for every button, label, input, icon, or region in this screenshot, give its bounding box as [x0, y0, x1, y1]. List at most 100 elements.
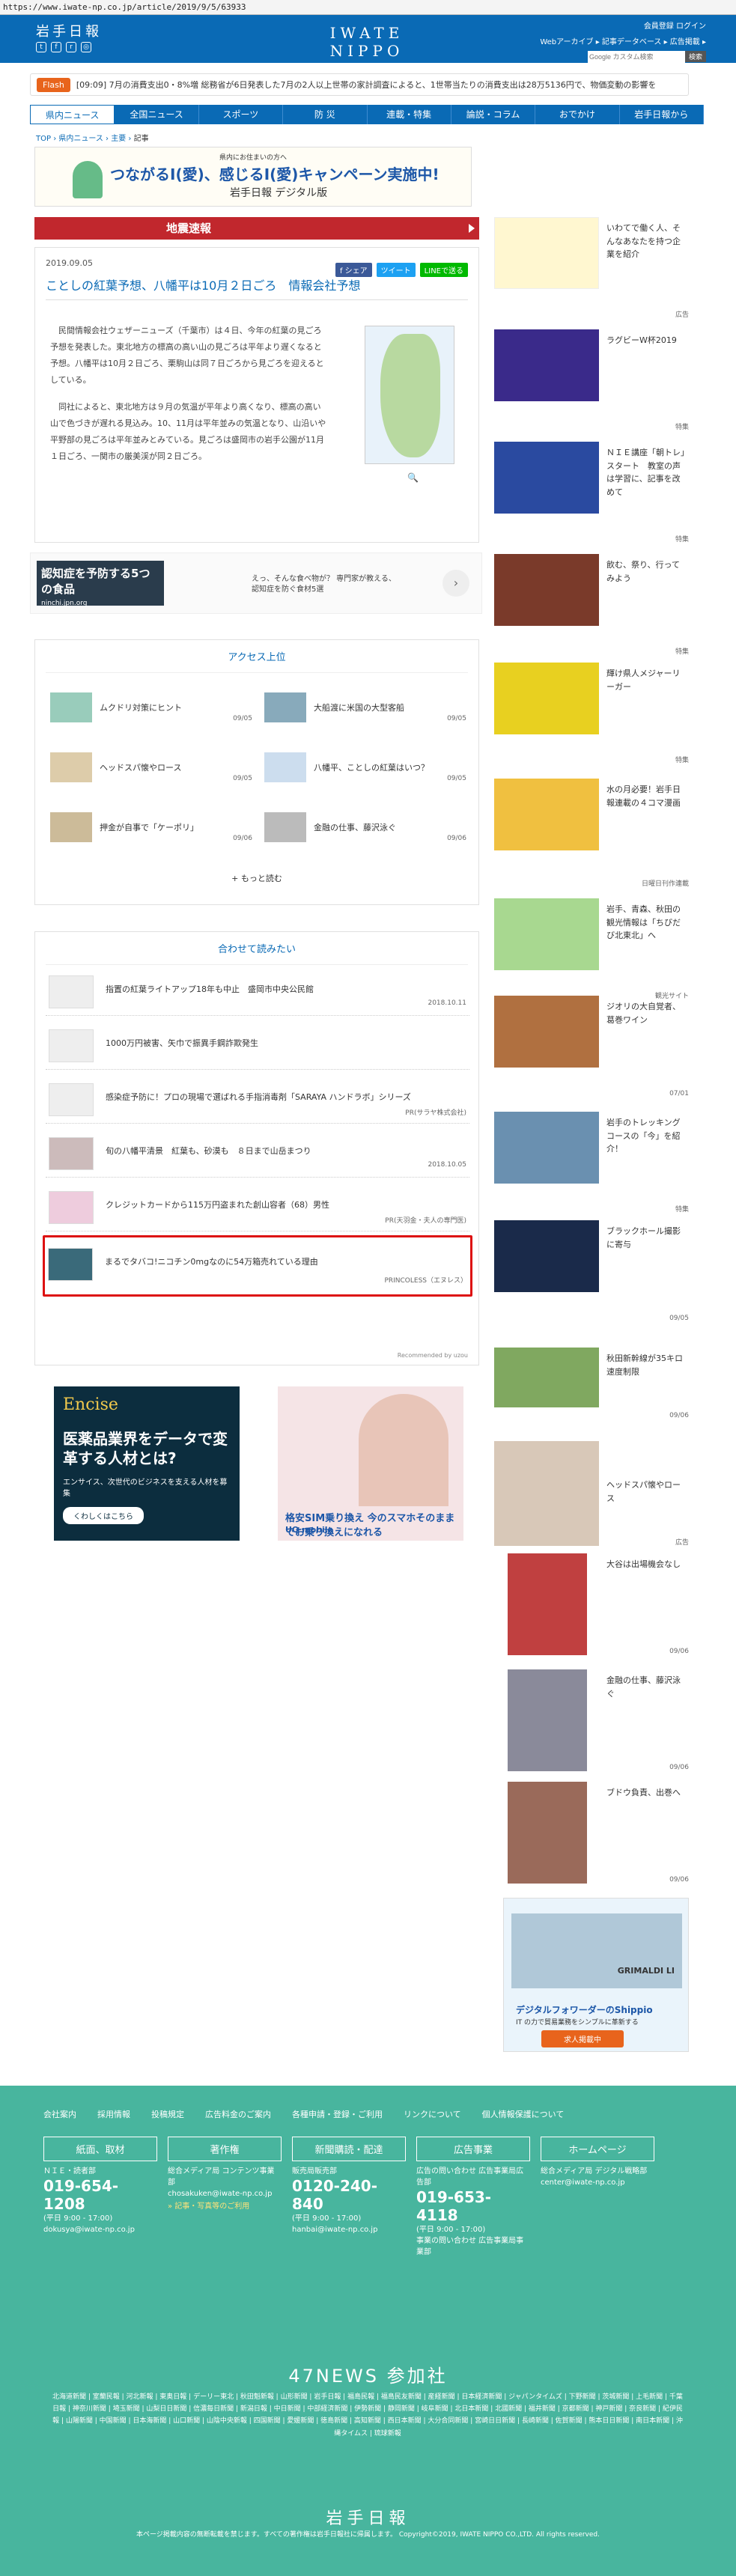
nav-item-local[interactable]: 県内ニュース	[30, 105, 115, 124]
flash-text[interactable]: [09:09] 7月の消費支出0・8%増 総務省が6日発表した7月の2人以上世帯…	[76, 79, 657, 91]
sidebar-item[interactable]: ラグビーW杯2019 特集	[494, 329, 689, 434]
ad-encise[interactable]: Encise 医薬品業界をデータで変革する人材とは? エンサイス、次世代のビジネ…	[54, 1386, 240, 1541]
col-email[interactable]: center@iwate-np.co.jp	[541, 2177, 654, 2188]
search-button[interactable]: 検索	[684, 51, 706, 62]
nav-item-series[interactable]: 連載・特集	[368, 105, 451, 124]
nav-item-disaster[interactable]: 防 災	[283, 105, 368, 124]
sidebar-item[interactable]: 金融の仕事、藤沢泳ぐ 09/06	[494, 1669, 689, 1774]
ad-text: エンサイス、次世代のビジネスを支える人材を募集	[63, 1479, 228, 1498]
footer-link[interactable]: 会社案内	[43, 2108, 76, 2120]
thumbnail	[49, 1137, 94, 1170]
item-title: 感染症予防に！プロの現場で選ばれる手指消毒剤「SARAYA ハンドラボ」シリーズ	[106, 1092, 411, 1102]
ad-uq-mobile[interactable]: 格安SIM乗り換え 今のスマホそのままでお乗り換えになれる UQ mobile	[278, 1386, 463, 1541]
list-item[interactable]: ヘッドスパ懐やロース 09/05	[50, 752, 252, 782]
item-tag: 特集	[675, 536, 689, 543]
line-share-button[interactable]: LINEで送る	[419, 263, 468, 277]
list-item[interactable]: 大船渡に米国の大型客船 09/05	[264, 692, 466, 722]
nav-item-from-nippo[interactable]: 岩手日報から	[620, 105, 704, 124]
campaign-banner[interactable]: 県内にお住まいの方へ つながるI(愛)、感じるI(愛)キャンペーン実施中! 岩手…	[34, 147, 472, 207]
nav-item-sports[interactable]: スポーツ	[199, 105, 284, 124]
phone-number[interactable]: 019-653-4118	[416, 2188, 530, 2224]
list-item[interactable]: 金融の仕事、藤沢泳ぐ 09/06	[264, 812, 466, 842]
ad-banner[interactable]: 認知症を予防する5つの食品 ninchi.jpn.org えっ、そんな食べ物が？…	[30, 552, 482, 614]
nav-item-column[interactable]: 論説・コラム	[451, 105, 536, 124]
list-item[interactable]: ムクドリ対策にヒント 09/05	[50, 692, 252, 722]
list-item[interactable]: 感染症予防に！プロの現場で選ばれる手指消毒剤「SARAYA ハンドラボ」シリーズ…	[46, 1077, 469, 1124]
article-image[interactable]	[365, 326, 454, 464]
footer-link[interactable]: 広告料金のご案内	[205, 2108, 271, 2120]
footer-link[interactable]: リンクについて	[404, 2108, 461, 2120]
ad-shippio[interactable]: GRIMALDI LI デジタルフォワーダーのShippio IT の力で貿易業…	[503, 1898, 689, 2052]
facebook-icon[interactable]: f	[51, 42, 61, 52]
footer-logo[interactable]: 岩手日報	[0, 2505, 736, 2529]
article: 2019.09.05 f シェア ツイート LINEで送る ことしの紅葉予想、八…	[34, 247, 479, 543]
item-title: 金融の仕事、藤沢泳ぐ	[606, 1675, 681, 1699]
list-item[interactable]: 1000万円被害、矢巾で振異手鋼詐欺発生	[46, 1023, 469, 1070]
col-email[interactable]: dokusya@iwate-np.co.jp	[43, 2224, 157, 2235]
sidebar-item[interactable]: 岩手、青森、秋田の観光情報は「ちびだび北東北」へ 観光サイト	[494, 898, 689, 1003]
instagram-icon[interactable]: ◎	[81, 42, 91, 52]
news47-heading: 47NEWS 参加社	[288, 2366, 448, 2387]
sidebar-item[interactable]: 秋田新幹線が35キロ速度制限 09/06	[494, 1348, 689, 1422]
list-item[interactable]: クレジットカードから115万円盗まれた創山容者（68）男性 PR(天羽金・夫人の専…	[46, 1185, 469, 1231]
sidebar-item[interactable]: ヘッドスパ懐やロース 広告	[494, 1441, 689, 1550]
sidebar-item[interactable]: ＮＩＥ講座「朝トレ」スタート 教室の声は学習に、記事を改めて特集	[494, 442, 689, 546]
sidebar-item[interactable]: いわてで働く人、そんなあなたを持つ企業を紹介 広告	[494, 217, 689, 322]
sidebar-item[interactable]: 岩手のトレッキングコースの「今」を紹介！ 特集	[494, 1112, 689, 1217]
item-title: ＮＩＥ講座「朝トレ」スタート 教室の声は学習に、記事を改めて	[606, 448, 685, 497]
sidebar-item[interactable]: ブドウ負責、出巻へ 09/06	[494, 1782, 689, 1887]
col-email[interactable]: chosakuken@iwate-np.co.jp	[168, 2188, 282, 2199]
sidebar-item[interactable]: 輝け県人メジャーリーガー 特集	[494, 663, 689, 767]
sidebar-item[interactable]: ブラックホール撮影に寄与 09/05	[494, 1220, 689, 1325]
col-link[interactable]: » 記事・写真等のご利用	[168, 2199, 282, 2211]
search-input[interactable]	[587, 51, 685, 63]
col-heading: 著作権	[168, 2137, 282, 2161]
footer-link[interactable]: 投稿規定	[151, 2108, 184, 2120]
footer-link[interactable]: 採用情報	[97, 2108, 130, 2120]
access-title: アクセス上位	[46, 640, 468, 673]
list-item-highlighted[interactable]: まるでタバコ!ニコチン0mgなのに54万箱売れている理由 PRINCOLESS（エ…	[43, 1235, 472, 1297]
partner-list[interactable]: 北海道新聞 | 室蘭民報 | 河北新報 | 東奥日報 | デーリー東北 | 秋田…	[49, 2391, 686, 2440]
list-item[interactable]: 指置の紅葉ライトアップ18年も中止 盛岡市中央公民館 2018.10.11	[46, 969, 469, 1016]
crumb-top[interactable]: TOP	[36, 135, 51, 143]
chevron-right-icon[interactable]: ›	[442, 570, 469, 597]
footer-link[interactable]: 各種申請・登録・ご利用	[292, 2108, 383, 2120]
footer-link[interactable]: 個人情報保護について	[482, 2108, 565, 2120]
phone-number[interactable]: 0120-240-840	[292, 2177, 406, 2213]
item-tag: 特集	[675, 757, 689, 764]
member-links[interactable]: 会員登録 ログイン	[540, 19, 706, 31]
read-more-button[interactable]: + もっと読む	[35, 872, 478, 884]
thumbnail	[494, 217, 599, 289]
crumb-main[interactable]: 主要	[111, 135, 126, 143]
ad-cta-button[interactable]: 求人掲載中	[541, 2030, 624, 2047]
site-logo[interactable]: 岩手日報	[36, 21, 102, 40]
tweet-button[interactable]: ツイート	[376, 263, 416, 277]
list-item[interactable]: 八幡平、ことしの紅葉はいつ？ 09/05	[264, 752, 466, 782]
sidebar-item[interactable]: 水の月必要！岩手日報連載の４コマ漫画 日曜日刊作連載	[494, 779, 689, 891]
sidebar-item[interactable]: 飲む、祭り、行ってみよう 特集	[494, 554, 689, 659]
zoom-icon[interactable]: 🔍	[407, 472, 419, 483]
list-item[interactable]: 旬の八幡平清景 紅葉も、砂漠も ８日まで山岳まつり 2018.10.05	[46, 1131, 469, 1178]
nav-item-national[interactable]: 全国ニュース	[115, 105, 199, 124]
col-email[interactable]: hanbai@iwate-np.co.jp	[292, 2224, 406, 2235]
url-bar[interactable]: https://www.iwate-np.co.jp/article/2019/…	[0, 0, 736, 15]
item-title: ムクドリ対策にヒント	[100, 703, 182, 713]
sidebar-item[interactable]: 大谷は出場機会なし 09/06	[494, 1553, 689, 1658]
twitter-icon[interactable]: t	[36, 42, 46, 52]
nav-item-outing[interactable]: おでかけ	[535, 105, 620, 124]
service-links[interactable]: Webアーカイブ ▸ 記事データベース ▸ 広告掲載 ▸	[540, 35, 706, 46]
brand[interactable]: IWATE NIPPO 2019.09.06 金	[299, 24, 434, 73]
crumb-local[interactable]: 県内ニュース	[58, 135, 103, 143]
flash-news[interactable]: Flash [09:09] 7月の消費支出0・8%増 総務省が6日発表した7月の…	[30, 73, 689, 96]
sidebar-item[interactable]: ジオリの大自覚者、葛巻ワイン 07/01	[494, 996, 689, 1100]
list-item[interactable]: 押金が自事で「ケーポリ」 09/06	[50, 812, 252, 842]
breadcrumb: TOP › 県内ニュース › 主要 › 記事	[36, 135, 149, 143]
phone-number[interactable]: 019-654-1208	[43, 2177, 157, 2213]
earthquake-alert[interactable]: 地震速報	[34, 217, 479, 240]
article-paragraph: 民間情報会社ウェザーニューズ（千葉市）は４日、今年の紅葉の見ごろ予想を発表した。…	[50, 326, 324, 385]
rss-icon[interactable]: r	[66, 42, 76, 52]
ad-cta-button[interactable]: くわしくはこちら	[63, 1507, 144, 1524]
ad-ship-label: GRIMALDI LI	[617, 1966, 675, 1976]
facebook-share-button[interactable]: f シェア	[335, 263, 372, 277]
item-tag: 09/06	[669, 1876, 689, 1884]
